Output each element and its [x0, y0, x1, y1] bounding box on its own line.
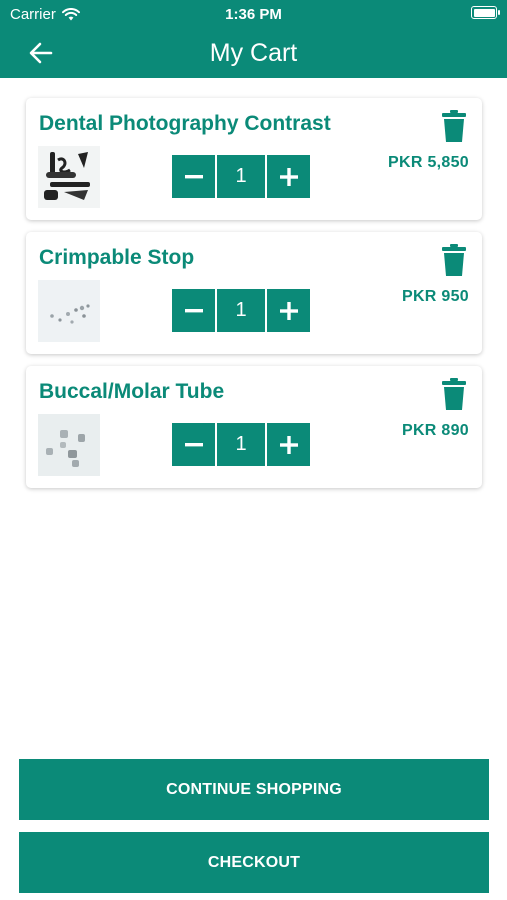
checkout-button[interactable]: CHECKOUT — [19, 832, 489, 893]
minus-icon — [184, 442, 203, 446]
product-name: Buccal/Molar Tube — [39, 380, 225, 403]
plus-icon — [279, 167, 298, 186]
increment-button[interactable] — [267, 423, 310, 466]
status-time: 1:36 PM — [225, 6, 282, 23]
product-price: PKR 890 — [401, 422, 469, 439]
app-header: Carrier 1:36 PM My Cart — [0, 0, 507, 78]
quantity-value: 1 — [217, 155, 265, 198]
decrement-button[interactable] — [172, 289, 215, 332]
plus-icon — [279, 301, 298, 320]
page-title: My Cart — [209, 39, 298, 67]
trash-icon[interactable] — [442, 244, 466, 276]
product-image — [38, 414, 100, 476]
trash-icon[interactable] — [442, 110, 466, 142]
quantity-stepper: 1 — [172, 155, 310, 198]
increment-button[interactable] — [267, 289, 310, 332]
product-name: Dental Photography Contrast — [39, 112, 331, 135]
product-name: Crimpable Stop — [39, 246, 195, 269]
product-image — [38, 280, 100, 342]
cart-item: Dental Photography Contrast 1 PKR 5,850 — [26, 98, 482, 220]
cart-item: Buccal/Molar Tube 1 PKR 890 — [26, 366, 482, 488]
product-price: PKR 5,850 — [388, 154, 469, 171]
quantity-value: 1 — [217, 289, 265, 332]
continue-shopping-button[interactable]: CONTINUE SHOPPING — [19, 759, 489, 820]
minus-icon — [184, 308, 203, 312]
status-bar: Carrier 1:36 PM — [0, 0, 507, 28]
quantity-stepper: 1 — [172, 423, 310, 466]
quantity-stepper: 1 — [172, 289, 310, 332]
plus-icon — [279, 435, 298, 454]
minus-icon — [184, 174, 203, 178]
decrement-button[interactable] — [172, 155, 215, 198]
increment-button[interactable] — [267, 155, 310, 198]
trash-icon[interactable] — [442, 378, 466, 410]
product-price: PKR 950 — [401, 288, 469, 305]
quantity-value: 1 — [217, 423, 265, 466]
cart-item: Crimpable Stop 1 PKR 950 — [26, 232, 482, 354]
product-image — [38, 146, 100, 208]
decrement-button[interactable] — [172, 423, 215, 466]
battery-icon — [471, 6, 500, 19]
